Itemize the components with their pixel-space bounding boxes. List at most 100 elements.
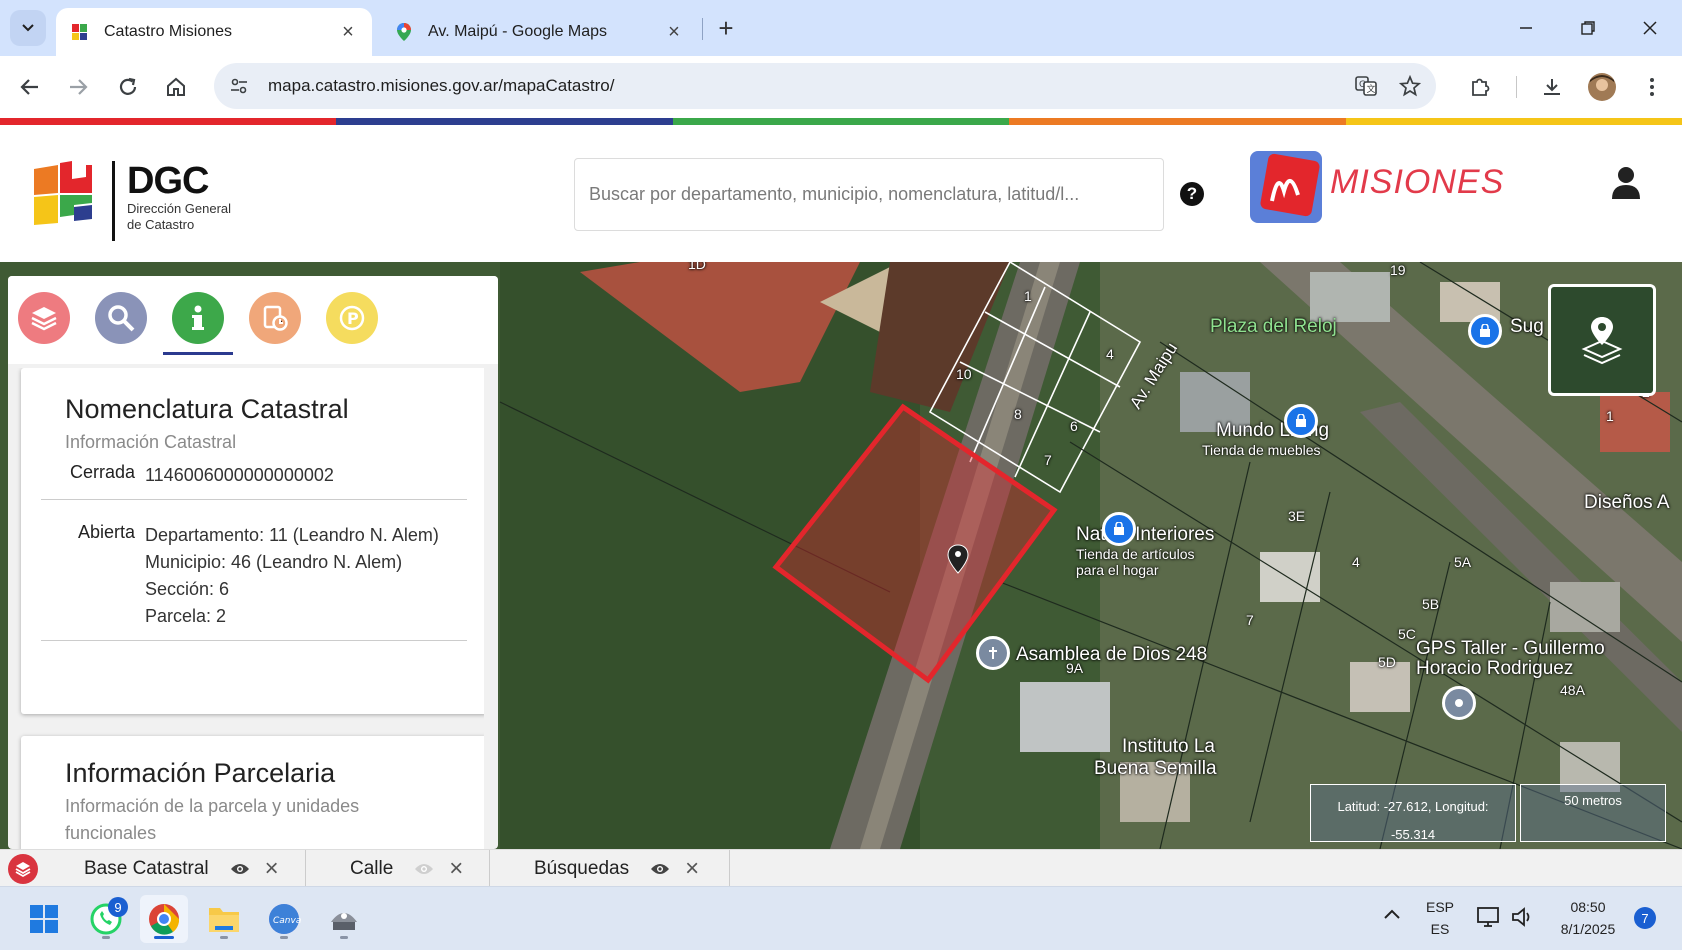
browser-menu-button[interactable] bbox=[1634, 69, 1670, 105]
minimize-button[interactable] bbox=[1504, 10, 1548, 46]
running-indicator bbox=[340, 936, 348, 939]
site-info-button[interactable] bbox=[224, 71, 254, 101]
tab-title: Catastro Misiones bbox=[104, 23, 233, 40]
notification-badge[interactable]: 7 bbox=[1634, 907, 1656, 929]
layers-tool-button[interactable] bbox=[18, 292, 70, 344]
tab-google-maps[interactable]: Av. Maipú - Google Maps × bbox=[380, 8, 698, 56]
parcel-search-box[interactable] bbox=[574, 158, 1164, 231]
nomenclatura-card: Nomenclatura Catastral Información Catas… bbox=[21, 368, 484, 714]
dgc-acronym: DGC bbox=[127, 160, 209, 202]
parcelaria-card[interactable]: Información Parcelaria Información de la… bbox=[21, 736, 484, 849]
taskbar-canva[interactable]: Canva bbox=[260, 895, 308, 943]
user-icon[interactable] bbox=[1610, 165, 1642, 199]
scale-text: 50 metros bbox=[1564, 793, 1622, 808]
tab-separator bbox=[702, 18, 703, 40]
basemap-toggle-button[interactable] bbox=[1548, 284, 1656, 396]
poi-pin-nativa[interactable] bbox=[1102, 512, 1136, 546]
dgc-logo-icon[interactable] bbox=[30, 159, 96, 229]
lot-number: 1D bbox=[688, 262, 706, 272]
info-tool-button[interactable] bbox=[172, 292, 224, 344]
taskbar-app-5[interactable] bbox=[320, 895, 368, 943]
start-button[interactable] bbox=[20, 895, 68, 943]
clock[interactable]: 08:50 8/1/2025 bbox=[1548, 899, 1628, 937]
panel-content[interactable]: Nomenclatura Catastral Información Catas… bbox=[8, 368, 484, 849]
avatar-icon bbox=[1588, 73, 1616, 101]
running-indicator bbox=[102, 936, 110, 939]
whatsapp-badge: 9 bbox=[108, 897, 128, 917]
poi-pin-sug[interactable] bbox=[1468, 314, 1502, 348]
nomenclatura-table: Cerrada 1146006000000000002 Abierta Depa… bbox=[41, 462, 467, 641]
tray-overflow-button[interactable] bbox=[1382, 905, 1402, 930]
layer-item-base-catastral[interactable]: Base Catastral × bbox=[44, 850, 306, 887]
poi-pin-asamblea[interactable] bbox=[976, 636, 1010, 670]
bookmark-button[interactable] bbox=[1392, 68, 1428, 104]
language-indicator[interactable]: ESP ES bbox=[1420, 899, 1460, 937]
back-button[interactable] bbox=[12, 69, 48, 105]
lot-number: 19 bbox=[1390, 262, 1406, 278]
shopping-bag-icon bbox=[1480, 324, 1490, 337]
misiones-logo-icon[interactable] bbox=[1250, 151, 1322, 223]
close-window-button[interactable] bbox=[1628, 10, 1672, 46]
document-clock-icon bbox=[263, 305, 288, 331]
lot-number: 5C bbox=[1398, 626, 1416, 642]
volume-icon[interactable] bbox=[1510, 905, 1536, 934]
eye-icon[interactable] bbox=[649, 858, 671, 880]
svg-text:Canva: Canva bbox=[273, 916, 301, 926]
taskbar-file-explorer[interactable] bbox=[200, 895, 248, 943]
eye-icon[interactable] bbox=[229, 858, 251, 880]
parcel-tool-button[interactable]: P bbox=[326, 292, 378, 344]
browser-toolbar: mapa.catastro.misiones.gov.ar/mapaCatast… bbox=[0, 56, 1682, 118]
poi-label-nativa: Nativa Interiores bbox=[1076, 524, 1215, 545]
layers-icon[interactable] bbox=[8, 854, 38, 884]
poi-pin-gps[interactable] bbox=[1442, 686, 1476, 720]
eye-off-icon[interactable] bbox=[413, 858, 435, 880]
translate-icon: G文 bbox=[1355, 76, 1377, 96]
poi-label-instituto-2: Buena Semilla bbox=[1094, 758, 1217, 779]
scale-readout: 50 metros bbox=[1520, 784, 1666, 842]
remove-layer-icon[interactable]: × bbox=[261, 855, 283, 882]
home-button[interactable] bbox=[158, 69, 194, 105]
canva-icon: Canva bbox=[269, 904, 301, 934]
parcel-search-input[interactable] bbox=[589, 184, 1163, 205]
address-bar[interactable]: mapa.catastro.misiones.gov.ar/mapaCatast… bbox=[214, 63, 1436, 109]
taskbar-whatsapp[interactable]: 9 bbox=[82, 895, 130, 943]
arrow-left-icon bbox=[20, 79, 38, 95]
help-icon[interactable]: ? bbox=[1180, 182, 1204, 206]
poi-sublabel-nativa-1: Tienda de artículos bbox=[1076, 546, 1195, 562]
layer-label: Búsquedas bbox=[534, 857, 630, 879]
poi-pin-mundo-living[interactable] bbox=[1284, 404, 1318, 438]
close-tab-icon[interactable]: × bbox=[338, 21, 358, 43]
poi-sublabel-mundo-living: Tienda de muebles bbox=[1202, 442, 1321, 458]
nomenclatura-title: Nomenclatura Catastral bbox=[65, 394, 349, 424]
forward-button[interactable] bbox=[60, 69, 96, 105]
layer-item-busquedas[interactable]: Búsquedas × bbox=[490, 850, 730, 887]
search-tool-button[interactable] bbox=[95, 292, 147, 344]
translate-button[interactable]: G文 bbox=[1348, 68, 1384, 104]
windows-logo-icon bbox=[30, 905, 58, 933]
parcelaria-title: Información Parcelaria bbox=[65, 758, 336, 788]
remove-layer-icon[interactable]: × bbox=[681, 855, 703, 882]
restore-button[interactable] bbox=[1566, 10, 1610, 46]
abierta-seccion: Sección: 6 bbox=[145, 579, 230, 599]
reload-button[interactable] bbox=[110, 69, 146, 105]
remove-layer-icon[interactable]: × bbox=[445, 855, 467, 882]
tab-catastro[interactable]: Catastro Misiones × bbox=[56, 8, 372, 56]
extensions-button[interactable] bbox=[1462, 69, 1498, 105]
lot-number: 7 bbox=[1044, 452, 1052, 468]
lot-number: 48A bbox=[1560, 682, 1585, 698]
svg-text:文: 文 bbox=[1367, 83, 1376, 95]
svg-text:P: P bbox=[347, 309, 359, 328]
tab-search-button[interactable] bbox=[10, 10, 46, 46]
profile-avatar[interactable] bbox=[1584, 69, 1620, 105]
close-tab-icon[interactable]: × bbox=[664, 21, 684, 43]
close-icon bbox=[1643, 21, 1657, 35]
layer-item-calle[interactable]: Calle × bbox=[306, 850, 490, 887]
clock-date: 8/1/2025 bbox=[1560, 921, 1616, 937]
network-icon[interactable] bbox=[1476, 905, 1502, 934]
new-tab-button[interactable]: + bbox=[710, 12, 742, 44]
downloads-button[interactable] bbox=[1534, 69, 1570, 105]
cerrada-row: Cerrada 1146006000000000002 bbox=[41, 462, 467, 500]
taskbar-chrome[interactable] bbox=[140, 895, 188, 943]
history-tool-button[interactable] bbox=[249, 292, 301, 344]
puzzle-icon bbox=[1472, 78, 1490, 96]
